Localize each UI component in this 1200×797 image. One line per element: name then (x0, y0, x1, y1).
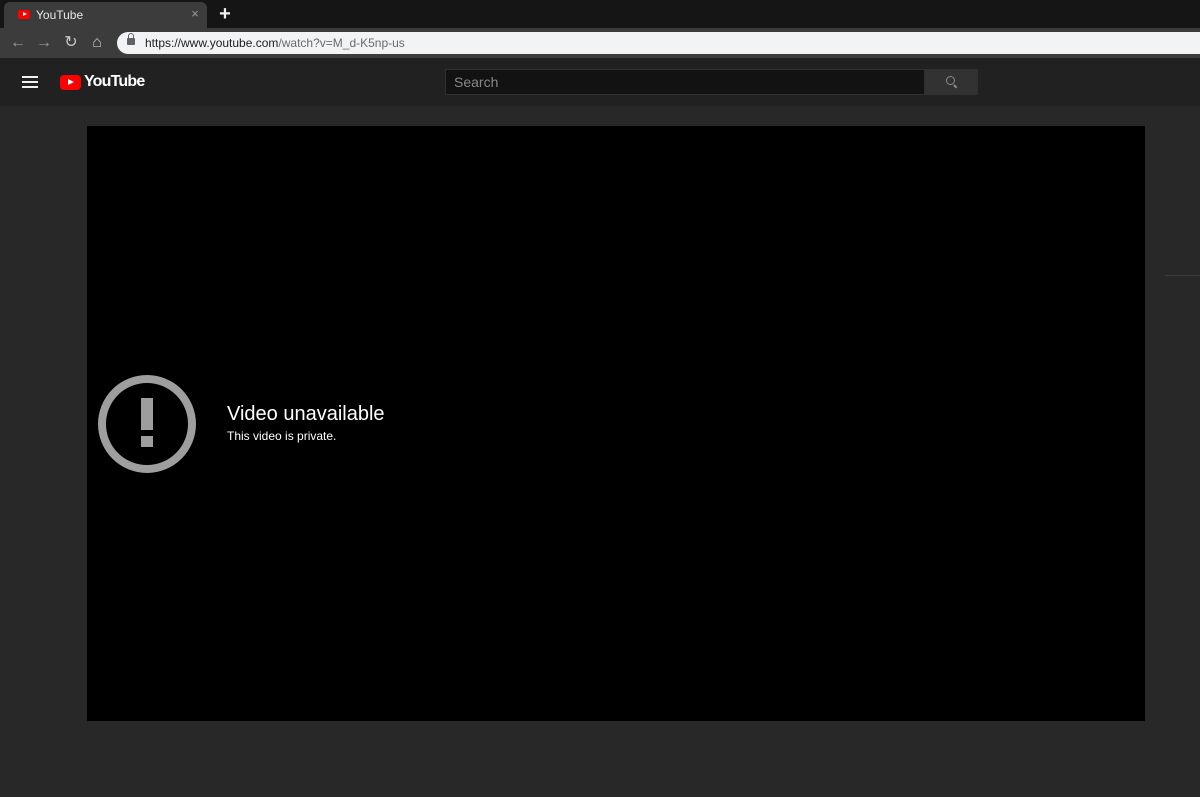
url-path: /watch?v=M_d-K5np-us (278, 36, 405, 50)
divider (1165, 275, 1200, 276)
video-player[interactable]: Video unavailable This video is private. (87, 126, 1145, 721)
new-tab-button[interactable]: + (213, 4, 237, 24)
search-button[interactable] (925, 69, 978, 95)
exclamation-circle-icon (98, 375, 196, 473)
browser-tab-strip: YouTube × + (0, 0, 1200, 28)
lock-icon[interactable] (127, 33, 135, 45)
youtube-logo-text: YouTube (84, 73, 145, 90)
browser-toolbar: ← → ↻ ⌂ https://www.youtube.com/watch?v=… (0, 28, 1200, 58)
menu-bar-line (22, 86, 38, 88)
home-icon[interactable]: ⌂ (86, 33, 108, 53)
back-icon[interactable]: ← (7, 33, 29, 53)
error-title: Video unavailable (227, 403, 385, 425)
tab-title: YouTube (36, 8, 84, 22)
search-input[interactable] (445, 69, 925, 95)
search-icon (946, 76, 955, 85)
youtube-favicon-icon (18, 10, 30, 19)
youtube-play-logo-icon (60, 75, 81, 90)
tab-close-icon[interactable]: × (187, 6, 203, 22)
forward-icon[interactable]: → (33, 33, 55, 53)
youtube-masthead: YouTube (0, 58, 1200, 106)
reload-icon[interactable]: ↻ (60, 33, 82, 53)
error-subtitle: This video is private. (227, 429, 337, 443)
url-host: https://www.youtube.com (145, 36, 279, 50)
menu-bar-line (22, 76, 38, 78)
hamburger-menu-icon[interactable] (22, 76, 38, 88)
address-bar[interactable]: https://www.youtube.com/watch?v=M_d-K5np… (117, 32, 1200, 54)
url-text[interactable]: https://www.youtube.com/watch?v=M_d-K5np… (145, 36, 405, 50)
browser-tab[interactable]: YouTube × (4, 2, 207, 28)
menu-bar-line (22, 81, 38, 83)
